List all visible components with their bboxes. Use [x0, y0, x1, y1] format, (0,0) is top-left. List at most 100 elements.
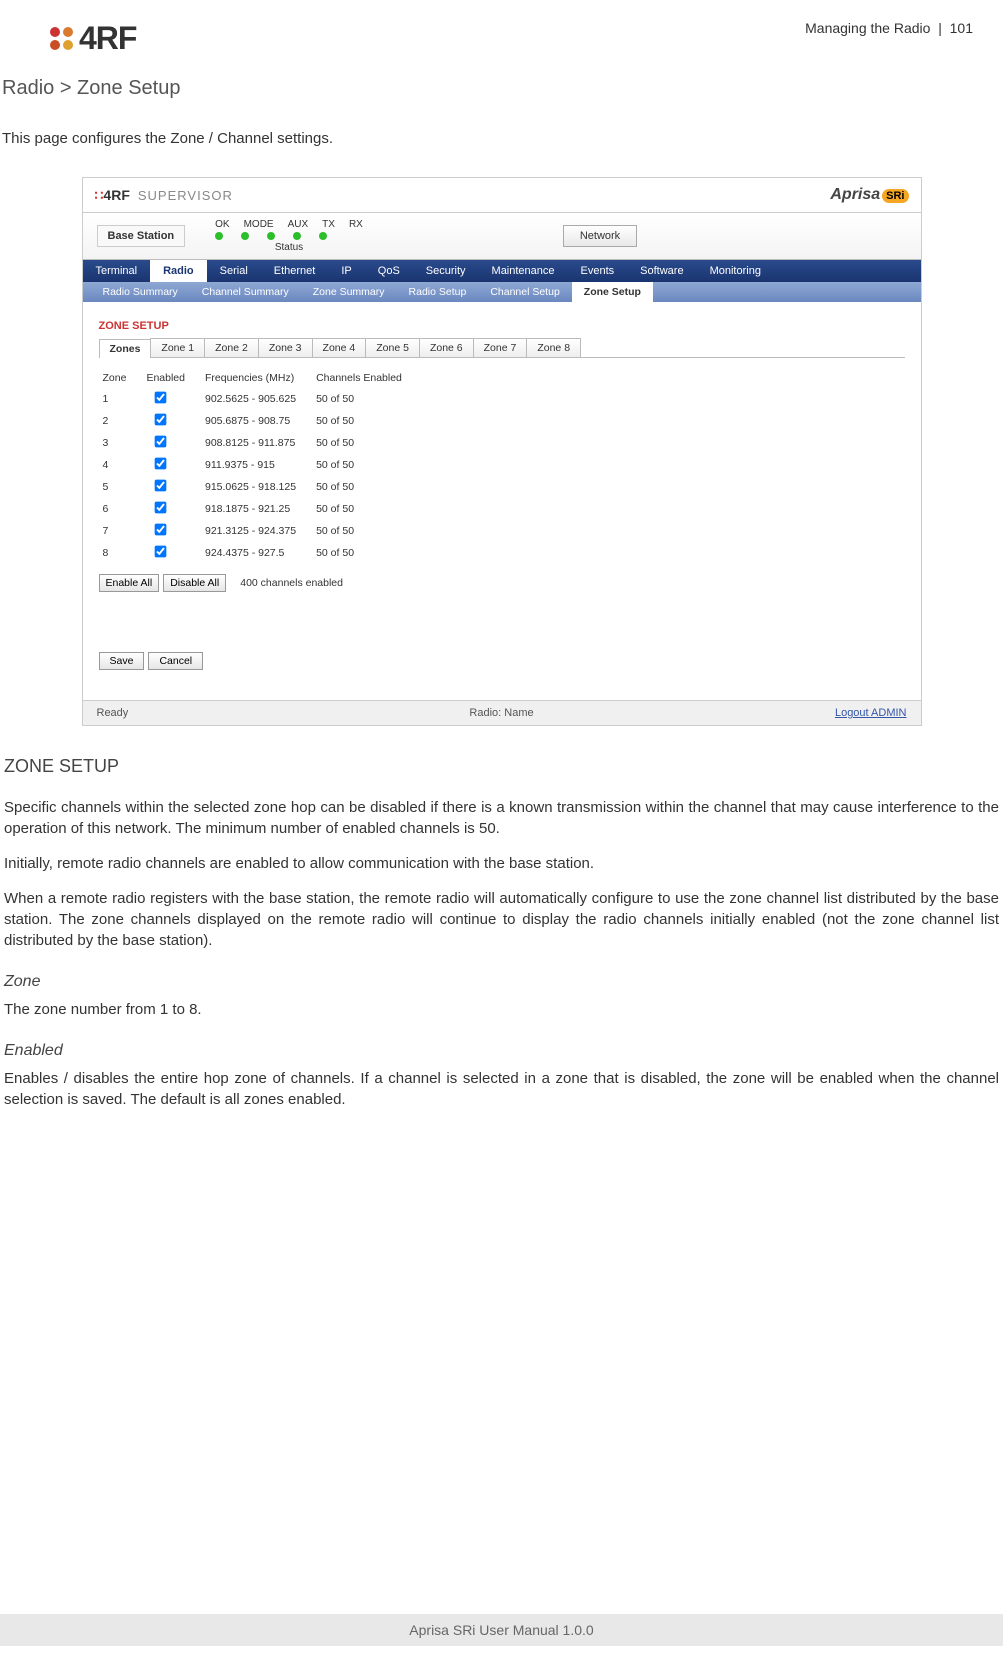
- page-header-text: Managing the Radio | 101: [805, 20, 973, 36]
- zone-cell: 2: [99, 410, 143, 432]
- freq-cell: 924.4375 - 927.5: [201, 542, 312, 564]
- main-nav-item[interactable]: Maintenance: [479, 260, 568, 282]
- sub-nav: Radio SummaryChannel SummaryZone Summary…: [83, 282, 921, 302]
- sub-nav-item[interactable]: Radio Setup: [397, 282, 479, 302]
- enabled-text: Enables / disables the entire hop zone o…: [4, 1068, 999, 1110]
- zone-tab[interactable]: Zone 6: [419, 338, 474, 357]
- table-header: Frequencies (MHz): [201, 368, 312, 388]
- freq-cell: 908.8125 - 911.875: [201, 432, 312, 454]
- status-leds: OKMODEAUXTXRX Status: [215, 219, 363, 253]
- zone-cell: 1: [99, 388, 143, 410]
- disable-all-button[interactable]: Disable All: [163, 574, 226, 592]
- zone-tab[interactable]: Zone 8: [526, 338, 581, 357]
- freq-cell: 905.6875 - 908.75: [201, 410, 312, 432]
- zone-tab[interactable]: Zone 3: [258, 338, 313, 357]
- sub-nav-item[interactable]: Zone Summary: [301, 282, 397, 302]
- para-2: Initially, remote radio channels are ena…: [4, 853, 999, 874]
- main-nav-item[interactable]: Terminal: [83, 260, 151, 282]
- table-row: 4911.9375 - 91550 of 50: [99, 454, 418, 476]
- zone-tabs: ZonesZone 1Zone 2Zone 3Zone 4Zone 5Zone …: [99, 338, 905, 358]
- base-station-block: Base Station: [97, 225, 186, 247]
- enabled-checkbox[interactable]: [155, 414, 167, 426]
- channels-cell: 50 of 50: [312, 388, 418, 410]
- logo-text: 4RF: [79, 20, 136, 57]
- enabled-checkbox[interactable]: [155, 436, 167, 448]
- channels-cell: 50 of 50: [312, 476, 418, 498]
- enabled-checkbox[interactable]: [155, 502, 167, 514]
- status-ready: Ready: [97, 707, 129, 719]
- status-bar: Ready Radio: Name Logout ADMIN: [83, 700, 921, 725]
- channels-enabled-text: 400 channels enabled: [240, 577, 343, 589]
- main-nav-item[interactable]: Radio: [150, 260, 207, 282]
- main-nav-item[interactable]: Events: [568, 260, 628, 282]
- aprisa-logo: AprisaSRi: [830, 186, 908, 204]
- zone-cell: 6: [99, 498, 143, 520]
- page-footer: Aprisa SRi User Manual 1.0.0: [0, 1614, 1003, 1646]
- save-button[interactable]: Save: [99, 652, 145, 670]
- table-row: 8 924.4375 - 927.550 of 50: [99, 542, 418, 564]
- enable-all-button[interactable]: Enable All: [99, 574, 160, 592]
- main-nav-item[interactable]: Security: [413, 260, 479, 282]
- network-button[interactable]: Network: [563, 225, 637, 247]
- channels-cell: 50 of 50: [312, 432, 418, 454]
- table-row: 7921.3125 - 924.37550 of 50: [99, 520, 418, 542]
- panel-title: ZONE SETUP: [99, 320, 905, 332]
- main-nav: TerminalRadioSerialEthernetIPQoSSecurity…: [83, 260, 921, 282]
- enabled-checkbox[interactable]: [155, 392, 167, 404]
- freq-cell: 902.5625 - 905.625: [201, 388, 312, 410]
- main-nav-item[interactable]: Software: [627, 260, 696, 282]
- table-header: Channels Enabled: [312, 368, 418, 388]
- sub-nav-item[interactable]: Channel Setup: [478, 282, 571, 302]
- zone-cell: 5: [99, 476, 143, 498]
- logo-dots-icon: [50, 27, 73, 50]
- para-1: Specific channels within the selected zo…: [4, 797, 999, 839]
- section-title: Radio > Zone Setup: [0, 57, 1003, 100]
- radio-name: Radio: Name: [469, 707, 533, 719]
- zone-text: The zone number from 1 to 8.: [4, 999, 999, 1020]
- channels-cell: 50 of 50: [312, 410, 418, 432]
- main-nav-item[interactable]: Ethernet: [261, 260, 329, 282]
- zone-table: ZoneEnabledFrequencies (MHz)Channels Ena…: [99, 368, 418, 564]
- table-row: 1 902.5625 - 905.62550 of 50: [99, 388, 418, 410]
- sub-nav-item[interactable]: Channel Summary: [190, 282, 301, 302]
- logo-4rf: 4RF: [50, 20, 136, 57]
- zone-cell: 3: [99, 432, 143, 454]
- zone-tab[interactable]: Zone 7: [473, 338, 528, 357]
- sub-nav-item[interactable]: Radio Summary: [91, 282, 190, 302]
- sub-nav-item[interactable]: Zone Setup: [572, 282, 653, 302]
- enabled-checkbox[interactable]: [155, 480, 167, 492]
- enabled-subheading: Enabled: [4, 1042, 999, 1060]
- zone-tab[interactable]: Zone 5: [365, 338, 420, 357]
- table-header: Zone: [99, 368, 143, 388]
- cancel-button[interactable]: Cancel: [148, 652, 203, 670]
- mini-logo: ∷4RF: [95, 187, 130, 204]
- channels-cell: 50 of 50: [312, 542, 418, 564]
- zone-tab[interactable]: Zone 1: [150, 338, 205, 357]
- zone-tab[interactable]: Zones: [99, 339, 152, 358]
- freq-cell: 915.0625 - 918.125: [201, 476, 312, 498]
- table-row: 2 905.6875 - 908.7550 of 50: [99, 410, 418, 432]
- zone-subheading: Zone: [4, 973, 999, 991]
- enabled-checkbox[interactable]: [155, 524, 167, 536]
- zone-setup-heading: ZONE SETUP: [4, 756, 999, 777]
- channels-cell: 50 of 50: [312, 454, 418, 476]
- main-nav-item[interactable]: IP: [328, 260, 364, 282]
- main-nav-item[interactable]: Serial: [207, 260, 261, 282]
- table-header: Enabled: [142, 368, 201, 388]
- table-row: 5 915.0625 - 918.12550 of 50: [99, 476, 418, 498]
- supervisor-screenshot: ∷4RF SUPERVISOR AprisaSRi Base Station O…: [82, 177, 922, 726]
- para-3: When a remote radio registers with the b…: [4, 888, 999, 951]
- table-row: 6918.1875 - 921.2550 of 50: [99, 498, 418, 520]
- channels-cell: 50 of 50: [312, 498, 418, 520]
- zone-cell: 8: [99, 542, 143, 564]
- zone-tab[interactable]: Zone 4: [312, 338, 367, 357]
- channels-cell: 50 of 50: [312, 520, 418, 542]
- main-nav-item[interactable]: QoS: [365, 260, 413, 282]
- enabled-checkbox[interactable]: [155, 546, 167, 558]
- supervisor-label: SUPERVISOR: [138, 188, 233, 203]
- logout-link[interactable]: Logout ADMIN: [835, 707, 907, 719]
- enabled-checkbox[interactable]: [155, 458, 167, 470]
- table-row: 3 908.8125 - 911.87550 of 50: [99, 432, 418, 454]
- main-nav-item[interactable]: Monitoring: [697, 260, 774, 282]
- zone-tab[interactable]: Zone 2: [204, 338, 259, 357]
